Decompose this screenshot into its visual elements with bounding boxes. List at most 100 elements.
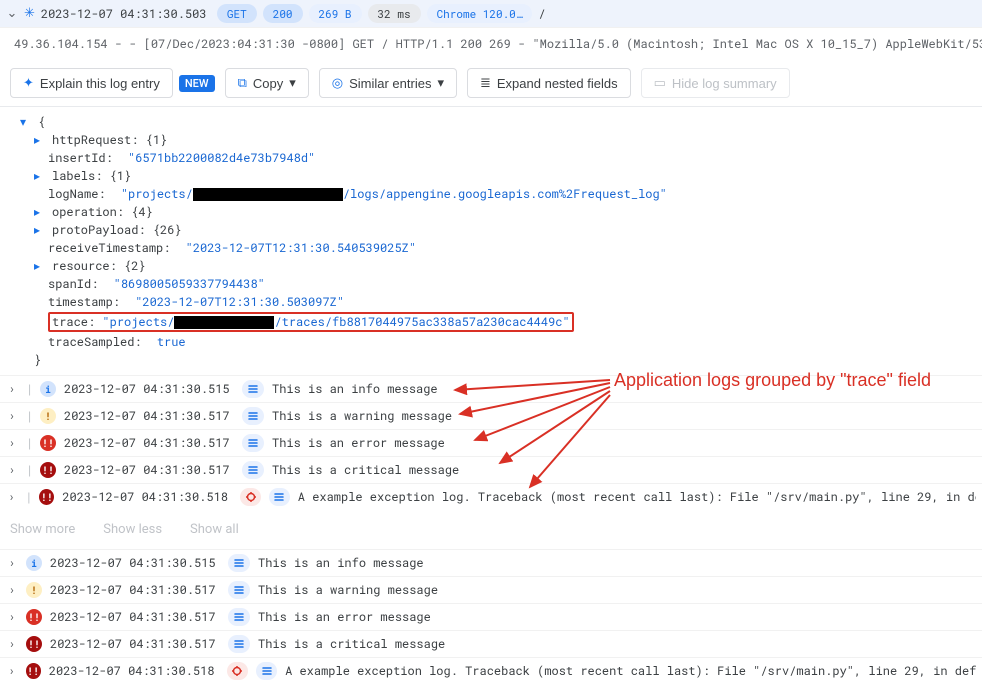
chevron-right-icon[interactable]: ▸ bbox=[34, 204, 48, 220]
log-message: This is an error message bbox=[258, 609, 431, 625]
similar-button[interactable]: ◎ Similar entries ▾ bbox=[319, 68, 457, 98]
chevron-right-icon[interactable]: › bbox=[6, 489, 17, 505]
trace-icon[interactable] bbox=[269, 488, 290, 506]
copy-button[interactable]: ⧉ Copy ▾ bbox=[225, 68, 309, 98]
trace-icon[interactable] bbox=[228, 635, 250, 653]
json-value[interactable]: "8698005059337794438" bbox=[114, 276, 265, 292]
log-line[interactable]: › | ! 2023-12-07 04:31:30.517 This is a … bbox=[0, 402, 982, 429]
timestamp: 2023-12-07 04:31:30.517 bbox=[64, 435, 234, 451]
trace-icon[interactable] bbox=[228, 554, 250, 572]
chevron-right-icon[interactable]: ▸ bbox=[34, 258, 48, 274]
log-message: A example exception log. Traceback (most… bbox=[285, 663, 976, 679]
latency-pill[interactable]: 32 ms bbox=[368, 4, 421, 23]
timestamp: 2023-12-07 04:31:30.517 bbox=[50, 582, 220, 598]
log-message: A example exception log. Traceback (most… bbox=[298, 489, 976, 505]
chevron-right-icon[interactable]: › bbox=[6, 636, 18, 652]
chevron-down-icon[interactable]: ▾ bbox=[20, 114, 34, 130]
json-value[interactable]: "projects//traces/fb8817044975ac338a57a2… bbox=[102, 314, 569, 330]
chevron-right-icon[interactable]: › bbox=[6, 663, 18, 679]
log-message: This is a critical message bbox=[258, 636, 445, 652]
json-value[interactable]: true bbox=[157, 334, 186, 350]
chevron-right-icon[interactable]: › bbox=[6, 381, 18, 397]
size-pill[interactable]: 269 B bbox=[309, 4, 362, 23]
json-value[interactable]: "6571bb2200082d4e73b7948d" bbox=[128, 150, 315, 166]
log-line[interactable]: › !! 2023-12-07 04:31:30.517 This is a c… bbox=[0, 630, 982, 657]
show-all-button[interactable]: Show all bbox=[190, 522, 239, 537]
group-bar: | bbox=[26, 408, 32, 424]
ua-pill[interactable]: Chrome 120.0… bbox=[427, 4, 533, 23]
chevron-right-icon[interactable]: ▸ bbox=[34, 222, 48, 238]
show-more-button[interactable]: Show more bbox=[10, 522, 75, 537]
json-key[interactable]: insertId: bbox=[48, 150, 113, 166]
log-message: This is a warning message bbox=[272, 408, 452, 424]
http-status-pill[interactable]: 200 bbox=[263, 4, 303, 23]
timestamp: 2023-12-07 04:31:30.503 bbox=[41, 6, 211, 22]
timestamp: 2023-12-07 04:31:30.515 bbox=[50, 555, 220, 571]
error-report-icon[interactable] bbox=[227, 662, 248, 680]
chevron-right-icon[interactable]: › bbox=[6, 408, 18, 424]
chevron-down-icon[interactable]: ⌄ bbox=[6, 6, 18, 21]
new-badge: NEW bbox=[179, 75, 215, 92]
json-value[interactable]: "projects//logs/appengine.googleapis.com… bbox=[121, 186, 667, 202]
trace-icon[interactable] bbox=[242, 407, 264, 425]
trace-icon[interactable] bbox=[242, 380, 264, 398]
chevron-right-icon[interactable]: ▸ bbox=[34, 132, 48, 148]
severity-error-icon: !! bbox=[26, 609, 42, 625]
severity-critical-icon: !! bbox=[39, 489, 54, 505]
group-bar: | bbox=[26, 381, 32, 397]
json-key[interactable]: operation: {4} bbox=[52, 204, 153, 220]
chevron-right-icon[interactable]: › bbox=[6, 609, 18, 625]
severity-critical-icon: !! bbox=[40, 462, 56, 478]
json-key[interactable]: traceSampled: bbox=[48, 334, 142, 350]
log-line[interactable]: › ! 2023-12-07 04:31:30.517 This is a wa… bbox=[0, 576, 982, 603]
star-icon: ✳ bbox=[24, 6, 35, 21]
json-value[interactable]: "2023-12-07T12:31:30.540539025Z" bbox=[186, 240, 416, 256]
log-summary-row[interactable]: ⌄ ✳ 2023-12-07 04:31:30.503 GET 200 269 … bbox=[0, 0, 982, 28]
chevron-right-icon[interactable]: › bbox=[6, 582, 18, 598]
json-key[interactable]: labels: {1} bbox=[52, 168, 131, 184]
json-key[interactable]: trace: bbox=[52, 314, 95, 330]
trace-icon[interactable] bbox=[228, 608, 250, 626]
chevron-right-icon[interactable]: › bbox=[6, 555, 18, 571]
log-line[interactable]: › i 2023-12-07 04:31:30.515 This is an i… bbox=[0, 549, 982, 576]
sparkle-icon: ✦ bbox=[23, 75, 34, 91]
trace-icon[interactable] bbox=[228, 581, 250, 599]
json-key[interactable]: logName: bbox=[48, 186, 106, 202]
hide-label: Hide log summary bbox=[672, 76, 777, 91]
json-key[interactable]: protoPayload: {26} bbox=[52, 222, 182, 238]
timestamp: 2023-12-07 04:31:30.517 bbox=[50, 609, 220, 625]
severity-critical-icon: !! bbox=[26, 663, 41, 679]
log-line[interactable]: › !! 2023-12-07 04:31:30.518 A example e… bbox=[0, 657, 982, 684]
expand-label: Expand nested fields bbox=[497, 76, 618, 91]
chevron-right-icon[interactable]: ▸ bbox=[34, 168, 48, 184]
log-line[interactable]: › | !! 2023-12-07 04:31:30.517 This is a… bbox=[0, 456, 982, 483]
json-value[interactable]: "2023-12-07T12:31:30.503097Z" bbox=[135, 294, 344, 310]
chevron-right-icon[interactable]: › bbox=[6, 435, 18, 451]
explain-button[interactable]: ✦ Explain this log entry bbox=[10, 68, 173, 98]
json-key[interactable]: httpRequest: {1} bbox=[52, 132, 167, 148]
timestamp: 2023-12-07 04:31:30.517 bbox=[50, 636, 220, 652]
raw-log-text: 49.36.104.154 - - [07/Dec/2023:04:31:30 … bbox=[0, 28, 982, 60]
chevron-down-icon: ▾ bbox=[289, 75, 296, 91]
request-path: / bbox=[538, 6, 545, 22]
json-key[interactable]: resource: {2} bbox=[52, 258, 146, 274]
json-key[interactable]: receiveTimestamp: bbox=[48, 240, 170, 256]
error-report-icon[interactable] bbox=[240, 488, 261, 506]
log-line[interactable]: › | !! 2023-12-07 04:31:30.518 A example… bbox=[0, 483, 982, 510]
trace-icon[interactable] bbox=[242, 461, 264, 479]
trace-icon[interactable] bbox=[242, 434, 264, 452]
http-method-pill[interactable]: GET bbox=[217, 4, 257, 23]
expand-button[interactable]: ≣ Expand nested fields bbox=[467, 68, 631, 98]
log-line[interactable]: › | !! 2023-12-07 04:31:30.517 This is a… bbox=[0, 429, 982, 456]
trace-icon[interactable] bbox=[256, 662, 277, 680]
copy-icon: ⧉ bbox=[238, 75, 247, 91]
log-line[interactable]: › !! 2023-12-07 04:31:30.517 This is an … bbox=[0, 603, 982, 630]
show-less-button[interactable]: Show less bbox=[103, 522, 162, 537]
copy-label: Copy bbox=[253, 76, 283, 91]
log-message: This is an error message bbox=[272, 435, 445, 451]
chevron-right-icon[interactable]: › bbox=[6, 462, 18, 478]
json-key[interactable]: timestamp: bbox=[48, 294, 120, 310]
severity-warn-icon: ! bbox=[26, 582, 42, 598]
severity-info-icon: i bbox=[40, 381, 56, 397]
json-key[interactable]: spanId: bbox=[48, 276, 98, 292]
